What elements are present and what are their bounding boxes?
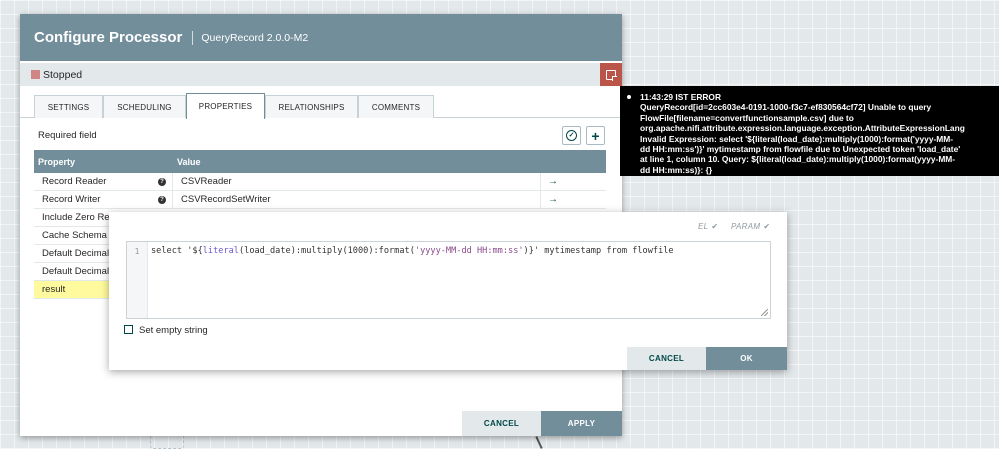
stopped-icon <box>31 70 40 79</box>
canvas-connection-line <box>535 436 543 449</box>
property-value-editor: EL ✔ PARAM ✔ 1 select '${literal(load_date… <box>109 212 787 370</box>
code-line[interactable]: select '${literal(load_date):multiply(10… <box>151 246 674 256</box>
set-empty-label: Set empty string <box>139 325 208 336</box>
code-middle: (load_date):multiply(1000):format( <box>238 246 415 256</box>
dialog-header: Configure Processor QueryRecord 2.0.0-M2 <box>20 14 622 61</box>
apply-button[interactable]: APPLY <box>541 411 622 436</box>
check-icon: ✔ <box>763 222 771 231</box>
expression-editor[interactable]: 1 select '${literal(load_date):multiply(… <box>126 241 771 319</box>
bulletin-line: Invalid Expression: select '${literal(lo… <box>640 133 954 144</box>
dialog-tabs: SETTINGS SCHEDULING PROPERTIES RELATIONS… <box>20 93 622 119</box>
property-value[interactable]: CSVRecordSetWriter <box>181 194 271 205</box>
table-row[interactable]: Record Writer ? CSVRecordSetWriter → <box>34 190 606 209</box>
dialog-title: Configure Processor <box>34 29 183 46</box>
table-row[interactable]: Record Reader ? CSVReader → <box>34 172 606 191</box>
el-label: EL <box>698 222 709 231</box>
bulletin-line: dd HH:mm:ss)}: {} <box>640 164 713 175</box>
tab-scheduling[interactable]: SCHEDULING <box>103 95 186 118</box>
property-name: Record Reader <box>42 176 107 187</box>
goto-arrow-icon[interactable]: → <box>540 172 606 191</box>
code-prefix: select '${ <box>151 246 203 256</box>
table-header: Property Value <box>34 150 606 173</box>
tab-settings[interactable]: SETTINGS <box>34 95 103 118</box>
editor-cancel-button[interactable]: CANCEL <box>627 347 706 370</box>
set-empty-checkbox[interactable] <box>124 325 133 334</box>
processor-status: Stopped <box>43 68 83 81</box>
bulletin-tooltip: 11:43:29 IST ERROR QueryRecord[id=2cc603… <box>620 86 999 176</box>
property-name: Record Writer <box>42 194 101 205</box>
check-icon: ✔ <box>711 222 719 231</box>
param-label: PARAM <box>731 222 761 231</box>
bulletin-line: dd HH:mm:ss')}' mytimestamp from flowfil… <box>640 144 961 155</box>
bulletin-line: FlowFile[filename=convertfunctionsample.… <box>640 112 854 123</box>
tab-comments[interactable]: COMMENTS <box>358 95 434 118</box>
bulletin-time: 11:43:29 IST <box>640 92 689 102</box>
dialog-subtitle: QueryRecord 2.0.0-M2 <box>201 31 309 44</box>
help-icon[interactable]: ? <box>158 195 166 204</box>
tab-properties[interactable]: PROPERTIES <box>186 93 265 119</box>
header-divider <box>192 30 194 45</box>
param-support-indicator: PARAM ✔ <box>731 222 770 231</box>
bulletin-note-icon[interactable] <box>600 63 622 86</box>
verify-icon[interactable]: ✓ <box>562 126 581 145</box>
code-function: literal <box>202 246 239 256</box>
processor-status-bar: Stopped <box>20 63 622 86</box>
code-suffix: )}' mytimestamp from flowfile <box>523 246 674 256</box>
column-value[interactable]: Value <box>177 157 201 167</box>
code-string: 'yyyy-MM-dd HH:mm:ss' <box>414 246 524 256</box>
column-property[interactable]: Property <box>38 157 75 167</box>
goto-arrow-icon[interactable]: → <box>540 190 606 209</box>
resize-grip-icon[interactable] <box>761 309 768 316</box>
el-support-indicator: EL ✔ <box>698 222 718 231</box>
bulletin-line: QueryRecord[id=2cc603e4-0191-1000-f3c7-e… <box>640 102 932 113</box>
add-property-icon[interactable]: + <box>586 126 605 145</box>
help-icon[interactable]: ? <box>158 177 166 186</box>
tab-relationships[interactable]: RELATIONSHIPS <box>265 95 358 118</box>
bulletin-level: ERROR <box>690 92 721 102</box>
editor-ok-button[interactable]: OK <box>706 347 787 370</box>
required-field-label: Required field <box>38 130 97 141</box>
bullet-dot <box>627 95 631 99</box>
bulletin-header: 11:43:29 IST ERROR <box>640 92 991 102</box>
cancel-button[interactable]: CANCEL <box>462 411 541 436</box>
line-number: 1 <box>127 242 148 318</box>
bulletin-line: org.apache.nifi.attribute.expression.lan… <box>640 123 965 134</box>
property-value[interactable]: CSVReader <box>181 176 232 187</box>
bulletin-line: at line 1, column 10. Query: ${literal(l… <box>640 154 956 165</box>
